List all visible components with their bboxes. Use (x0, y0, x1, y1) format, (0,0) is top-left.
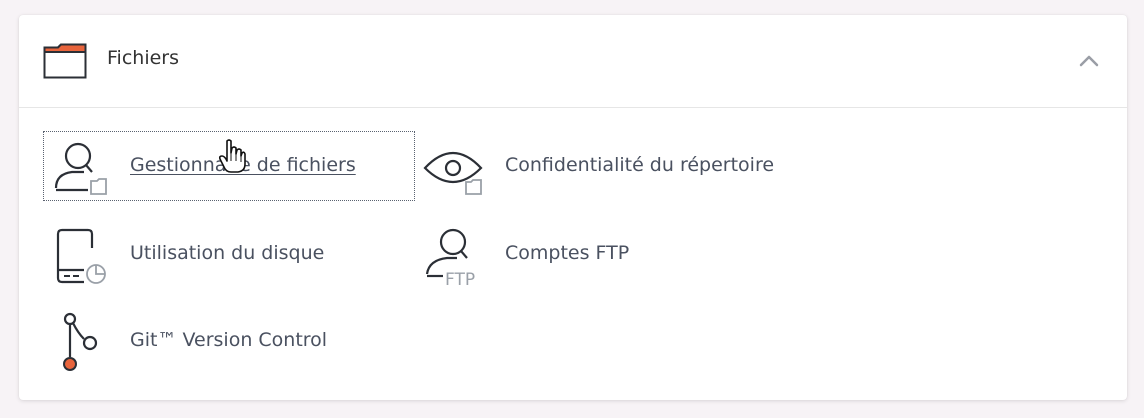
item-directory-privacy[interactable]: Confidentialité du répertoire (419, 132, 819, 200)
ftp-icon-text: FTP (445, 270, 475, 286)
item-label: Comptes FTP (505, 242, 630, 264)
item-label: Utilisation du disque (130, 242, 325, 264)
item-disk-usage[interactable]: Utilisation du disque (44, 220, 414, 288)
panel-header[interactable]: Fichiers (19, 15, 1127, 108)
section-title: Fichiers (107, 47, 179, 69)
directory-privacy-icon (423, 152, 483, 195)
chevron-up-icon[interactable] (1073, 47, 1105, 75)
item-ftp-accounts[interactable]: FTP Comptes FTP (419, 220, 819, 288)
disk-usage-icon (56, 228, 106, 284)
item-label: Git™ Version Control (130, 329, 328, 351)
item-git-version-control[interactable]: Git™ Version Control (44, 307, 414, 375)
item-label: Confidentialité du répertoire (505, 154, 775, 176)
ftp-accounts-icon: FTP (425, 228, 475, 286)
file-manager-icon (54, 142, 107, 195)
files-panel: Fichiers Gestionnaire de fichiers Confid… (19, 15, 1127, 400)
git-version-control-icon (63, 312, 98, 371)
item-label: Gestionnaire de fichiers (130, 154, 356, 176)
folder-icon (43, 43, 87, 79)
item-file-manager[interactable]: Gestionnaire de fichiers (43, 131, 415, 201)
